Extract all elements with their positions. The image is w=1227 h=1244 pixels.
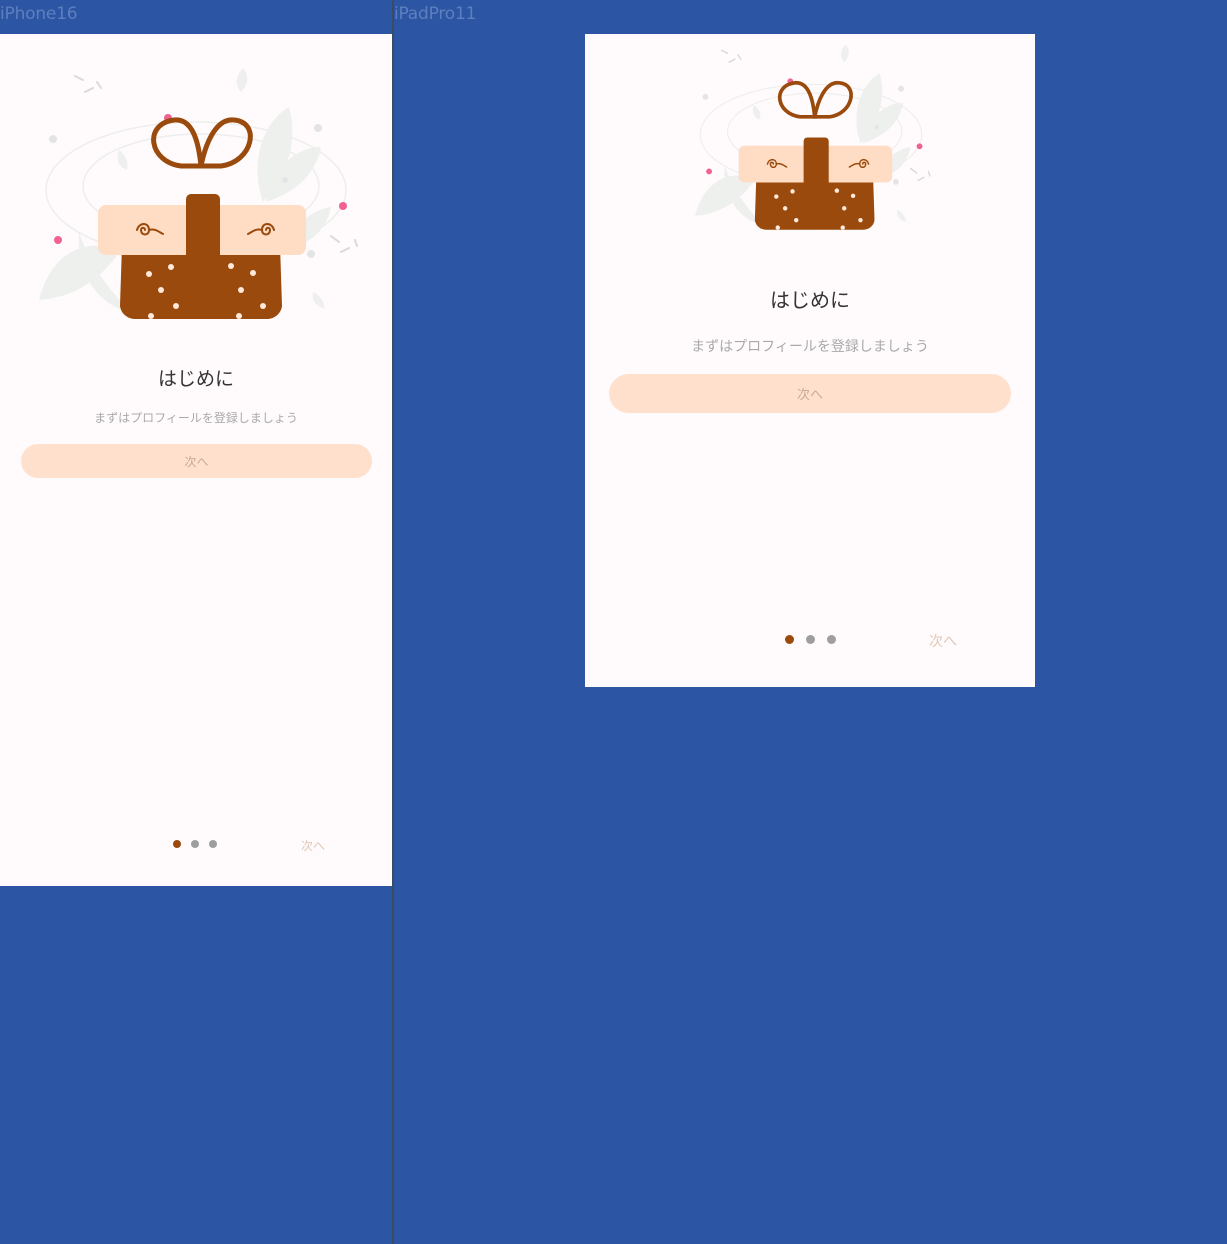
pagination-dots (173, 840, 217, 848)
pagination-dot-active (785, 635, 794, 644)
page-title: はじめに (770, 288, 850, 312)
pagination-dot (191, 840, 199, 848)
pagination-dot (806, 635, 815, 644)
iphone16-frame: iPhone16 はじめに まずはプロフィールを登録しましょう 次へ 次へ (0, 0, 392, 1244)
phone-screen: はじめに まずはプロフィールを登録しましょう 次へ 次へ (0, 34, 392, 886)
frame-label: iPhone16 (0, 4, 78, 24)
pagination-dot (209, 840, 217, 848)
page-title: はじめに (157, 368, 234, 390)
footer-next-link[interactable]: 次へ (929, 631, 957, 651)
next-button[interactable]: 次へ (21, 444, 372, 478)
page-subtitle: まずはプロフィールを登録しましょう (691, 339, 929, 355)
gift-box-icon (30, 62, 362, 322)
gift-box-icon (688, 40, 934, 232)
next-button[interactable]: 次へ (609, 374, 1011, 413)
frame-label: iPadPro11 (394, 4, 477, 24)
page-subtitle: まずはプロフィールを登録しましょう (94, 411, 298, 425)
pagination-dots (785, 635, 836, 644)
pagination-dot-active (173, 840, 181, 848)
footer-next-link[interactable]: 次へ (301, 837, 325, 854)
ipadpro11-frame: iPadPro11 はじめに まずはプロフィールを登録しましょう 次へ 次へ (394, 0, 1227, 1244)
pagination-dot (827, 635, 836, 644)
tablet-screen: はじめに まずはプロフィールを登録しましょう 次へ 次へ (585, 34, 1035, 687)
